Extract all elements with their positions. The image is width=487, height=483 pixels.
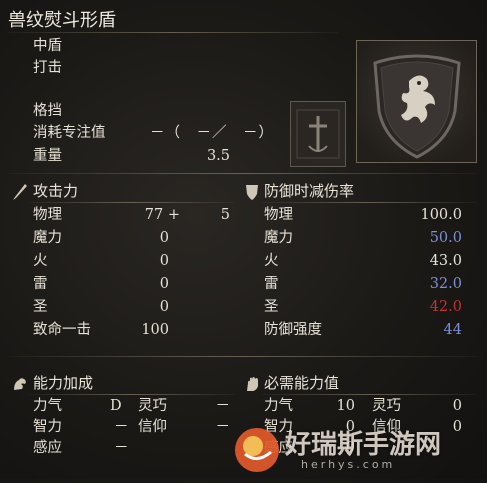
guard-label: 魔力 [264, 230, 293, 246]
guard-label: 雷 [264, 276, 279, 292]
fp-cost-value: －（ －／ －） [150, 125, 274, 141]
shield-icon [245, 183, 259, 205]
guard-value: 43.0 [429, 253, 462, 269]
watermark-subtext: herhys.com [301, 458, 396, 471]
lion-crest-icon [373, 54, 461, 159]
fp-cost-label: 消耗专注值 [33, 125, 106, 141]
attack-label: 雷 [33, 276, 48, 292]
scaling-label: 力气 [33, 398, 62, 414]
requirements-divider [262, 394, 477, 395]
attack-header: 攻击力 [33, 182, 79, 200]
guard-value: 44 [443, 322, 462, 338]
scaling-label: 感应 [33, 440, 62, 456]
section-divider [8, 356, 478, 357]
attack-value: 0 [159, 299, 169, 315]
requirements-header: 必需能力值 [264, 374, 340, 392]
scaling-grade: － [215, 398, 231, 414]
section-divider [8, 173, 478, 174]
scaling-grade: － [114, 419, 129, 435]
weapon-image-frame [356, 40, 477, 163]
attack-label: 圣 [33, 299, 48, 315]
weight-label: 重量 [33, 148, 62, 164]
watermark-text: 好瑞斯手游网 [285, 430, 442, 460]
sword-affinity-icon [290, 101, 346, 167]
attack-bonus: 5 [220, 207, 230, 223]
scaling-header: 能力加成 [33, 374, 94, 392]
attack-value: 77 + [144, 207, 180, 223]
attack-value: 0 [159, 276, 169, 292]
guard-header: 防御时减伤率 [264, 182, 355, 200]
scaling-grade: － [215, 419, 231, 435]
attack-label: 魔力 [33, 230, 62, 246]
attack-value: 100 [141, 322, 169, 338]
attack-label: 致命一击 [33, 322, 91, 338]
weapon-type: 中盾 [33, 38, 62, 54]
attack-label: 物理 [33, 207, 62, 223]
scaling-grade: D [110, 398, 122, 414]
scaling-label: 灵巧 [138, 398, 167, 414]
guard-label: 物理 [264, 207, 293, 223]
guard-value: 100.0 [420, 207, 462, 223]
scaling-label: 信仰 [138, 419, 167, 435]
weight-value: 3.5 [206, 148, 230, 164]
title-divider [8, 32, 338, 33]
guard-divider [262, 202, 477, 203]
weapon-skill: 格挡 [33, 103, 62, 119]
attack-value: 0 [159, 230, 169, 246]
scaling-grade: － [114, 440, 129, 456]
sword-icon [12, 183, 28, 205]
guard-label: 防御强度 [264, 322, 322, 338]
guard-value: 42.0 [429, 299, 462, 315]
attack-type: 打击 [33, 60, 62, 76]
guard-label: 火 [264, 253, 279, 269]
guard-value: 32.0 [429, 276, 462, 292]
guard-value: 50.0 [429, 230, 462, 246]
attack-divider [30, 202, 235, 203]
watermark: 好瑞斯手游网 herhys.com [231, 412, 487, 479]
scaling-divider [30, 394, 235, 395]
attack-value: 0 [159, 253, 169, 269]
scaling-label: 智力 [33, 419, 62, 435]
guard-label: 圣 [264, 299, 279, 315]
hand-icon [245, 376, 261, 396]
weapon-name: 兽纹熨斗形盾 [8, 10, 116, 31]
arm-icon [12, 376, 30, 396]
attack-label: 火 [33, 253, 48, 269]
